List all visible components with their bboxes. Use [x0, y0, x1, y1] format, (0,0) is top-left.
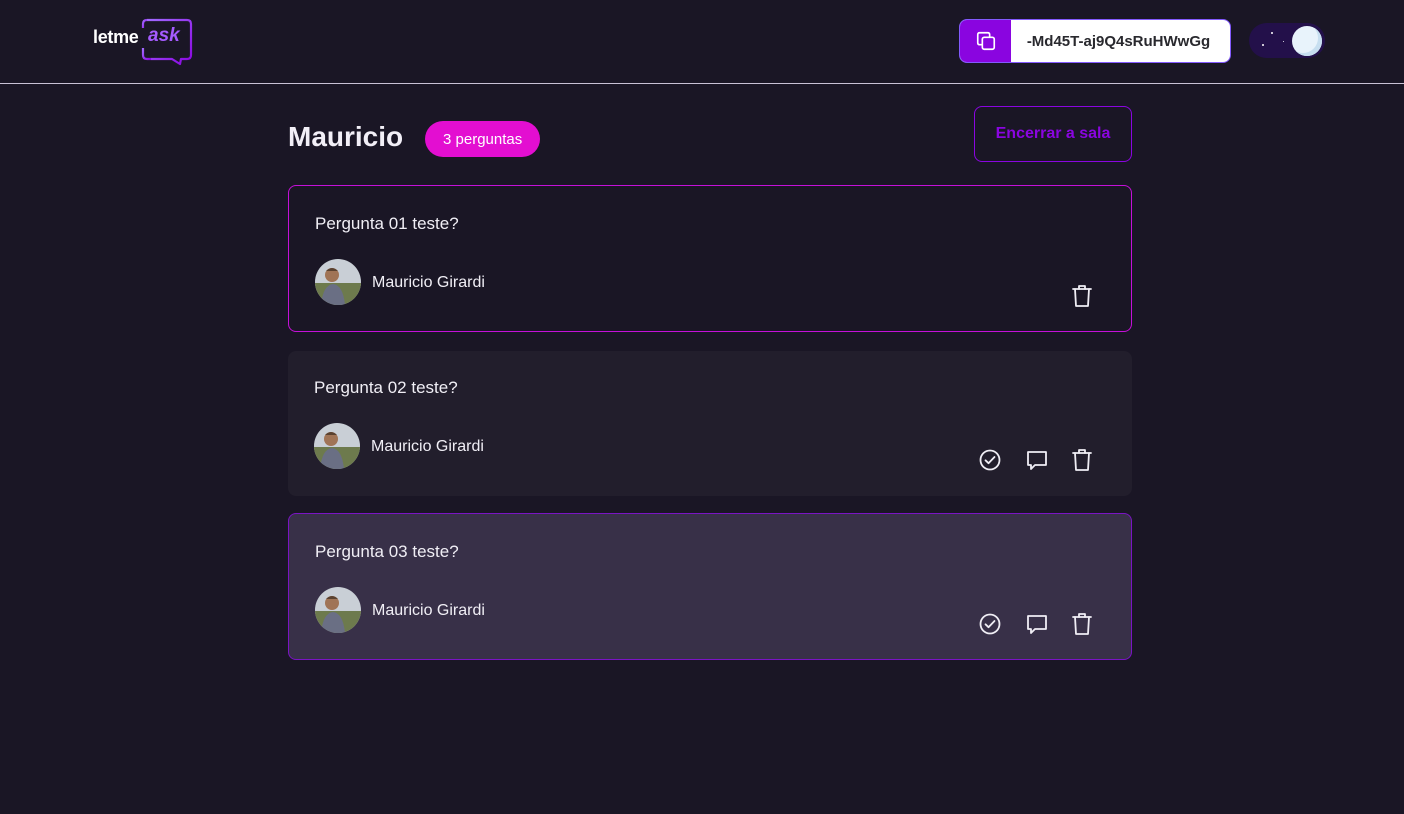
logo-text-accent: ask [148, 25, 180, 46]
question-card: Pergunta 03 teste? Mauricio Girardi [288, 513, 1132, 660]
room-code-button[interactable]: -Md45T-aj9Q4sRuHWwGg [959, 19, 1231, 63]
question-card: Pergunta 01 teste? Mauricio Girardi [288, 185, 1132, 332]
copy-icon[interactable] [960, 20, 1011, 62]
letmeask-logo[interactable]: letme ask [93, 18, 193, 66]
delete-icon[interactable] [1069, 283, 1095, 309]
room-title: Mauricio [288, 121, 404, 152]
author-name: Mauricio Girardi [372, 602, 485, 619]
delete-icon[interactable] [1069, 447, 1095, 473]
app-header: letme ask -Md45T-aj9Q4sRuHWwGg [0, 0, 1404, 84]
question-text: Pergunta 01 teste? [315, 214, 459, 233]
avatar [315, 259, 361, 305]
room-code-text: -Md45T-aj9Q4sRuHWwGg [1026, 32, 1211, 50]
star-icon [1271, 32, 1273, 34]
question-text: Pergunta 02 teste? [314, 378, 458, 397]
moon-icon [1292, 26, 1322, 56]
avatar [315, 587, 361, 633]
question-card: Pergunta 02 teste? Mauricio Girardi [288, 351, 1132, 496]
author-name: Mauricio Girardi [371, 438, 484, 455]
check-circle-icon[interactable] [977, 611, 1003, 637]
avatar [314, 423, 360, 469]
question-text: Pergunta 03 teste? [315, 542, 459, 561]
theme-toggle[interactable] [1249, 23, 1325, 58]
question-count-badge: 3 perguntas [425, 121, 541, 157]
delete-icon[interactable] [1069, 611, 1095, 637]
star-icon [1262, 44, 1264, 46]
logo-text: letme [93, 27, 139, 47]
answer-icon[interactable] [1024, 611, 1050, 637]
answer-icon[interactable] [1024, 447, 1050, 473]
author-name: Mauricio Girardi [372, 274, 485, 291]
star-icon [1283, 41, 1284, 42]
close-room-button[interactable]: Encerrar a sala [974, 106, 1132, 162]
check-circle-icon[interactable] [977, 447, 1003, 473]
